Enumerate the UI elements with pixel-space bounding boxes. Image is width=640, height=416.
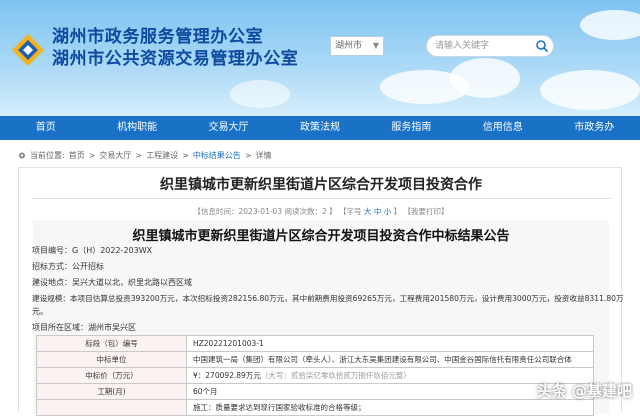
search-placeholder: 请输入关键字 bbox=[435, 41, 490, 51]
nav-item-functions[interactable]: 机构职能 bbox=[91, 116, 182, 140]
table-label-cell bbox=[36, 399, 187, 416]
announcement-title: 织里镇城市更新织里街道片区综合开发项目投资合作中标结果公告 bbox=[132, 229, 510, 244]
main-nav: 首页 机构职能 交易大厅 政策法规 服务指南 信用信息 市政务办 bbox=[0, 116, 640, 140]
meta-font-size-label: 【字号 bbox=[339, 207, 362, 216]
font-small-link[interactable]: 小 bbox=[384, 207, 392, 216]
site-title-secondary: 湖州市公共资源交易管理办公室 bbox=[52, 49, 299, 69]
table-row: 中标单位 中国建筑一局（集团）有限公司（牵头人）、浙江大东吴集团建设有限公司、中… bbox=[36, 351, 594, 368]
search-icon[interactable] bbox=[535, 39, 549, 53]
table-row: 施工：质量要求达到现行国家验收标准的合格等级； bbox=[36, 399, 594, 416]
breadcrumb-trading-hall[interactable]: 交易大厅 bbox=[99, 150, 131, 161]
watermark: 头条 @基建吧 bbox=[537, 380, 632, 401]
breadcrumb-sep: > bbox=[244, 151, 252, 160]
meta-date: 【信息时间：2023-01-03 bbox=[193, 207, 283, 216]
city-select-value: 湖州市 bbox=[335, 41, 363, 51]
table-label-cell: 中标价（万元） bbox=[36, 367, 187, 384]
nav-item-policies[interactable]: 政策法规 bbox=[274, 116, 365, 140]
table-value-cell: ¥：270092.89万元（大写：贰拾柒亿零玖拾贰万捌仟玖佰元整） bbox=[186, 367, 594, 384]
nav-item-home[interactable]: 首页 bbox=[0, 116, 91, 140]
table-value-cell: 60个月 bbox=[186, 383, 594, 400]
cloud-decoration bbox=[580, 10, 640, 40]
site-header: 湖州市政务服务管理办公室 湖州市公共资源交易管理办公室 湖州市 ▼ 请输入关键字 bbox=[0, 0, 640, 116]
table-label-cell: 工期(月) bbox=[36, 383, 187, 400]
chevron-down-icon: ▼ bbox=[372, 41, 379, 50]
info-scale: 建设规模：本项目估算总投资393200万元，本次招标投资282156.80万元，… bbox=[32, 294, 624, 303]
info-region: 项目所在区域：湖州市吴兴区 bbox=[32, 323, 136, 332]
breadcrumb-sep: > bbox=[88, 151, 96, 160]
article-title: 织里镇城市更新织里街道片区综合开发项目投资合作 bbox=[160, 177, 482, 193]
info-method: 招标方式：公开招标 bbox=[32, 262, 104, 271]
font-medium-link[interactable]: 中 bbox=[374, 207, 382, 216]
info-location: 建设地点：吴兴大道以北，织里北路以西区域 bbox=[32, 278, 192, 287]
bid-price-note: （大写：贰拾柒亿零玖拾贰万捌仟玖佰元整） bbox=[260, 371, 411, 380]
table-row: 中标价（万元） ¥：270092.89万元（大写：贰拾柒亿零玖拾贰万捌仟玖佰元整… bbox=[36, 367, 594, 384]
table-label-cell: 标段（包）编号 bbox=[36, 335, 187, 352]
divider bbox=[31, 198, 611, 199]
city-select[interactable]: 湖州市 ▼ bbox=[330, 36, 384, 56]
table-row: 标段（包）编号 HZ20221201003-1 bbox=[36, 335, 594, 352]
table-value-cell: 中国建筑一局（集团）有限公司（牵头人）、浙江大东吴集团建设有限公司、中国金谷国际… bbox=[186, 351, 594, 368]
table-row: 工期(月) 60个月 bbox=[36, 383, 594, 400]
breadcrumb-engineering[interactable]: 工程建设 bbox=[146, 150, 178, 161]
info-scale-cont: 元。 bbox=[32, 307, 48, 316]
breadcrumb-prefix: 当前位置: bbox=[30, 151, 65, 160]
nav-item-gov-office[interactable]: 市政务办 bbox=[549, 116, 640, 140]
info-project-no: 项目编号：G（H）2022-203WX bbox=[32, 246, 153, 255]
table-label-cell: 中标单位 bbox=[36, 351, 187, 368]
cloud-decoration bbox=[540, 70, 640, 110]
table-value-cell: HZ20221201003-1 bbox=[186, 335, 594, 352]
nav-item-service-guide[interactable]: 服务指南 bbox=[366, 116, 457, 140]
meta-views: 阅读次数：2 】 bbox=[284, 207, 337, 216]
breadcrumb: 当前位置: 首页 > 交易大厅 > 工程建设 > 中标结果公告 > 详情 bbox=[18, 150, 272, 161]
cloud-decoration bbox=[450, 58, 520, 98]
meta-font-size-end: 】 bbox=[393, 207, 402, 216]
cloud-decoration bbox=[230, 80, 290, 108]
nav-item-credit-info[interactable]: 信用信息 bbox=[457, 116, 548, 140]
breadcrumb-sep: > bbox=[135, 151, 143, 160]
breadcrumb-home[interactable]: 首页 bbox=[69, 150, 85, 161]
search-input[interactable]: 请输入关键字 bbox=[426, 35, 554, 57]
table-value-cell: 施工：质量要求达到现行国家验收标准的合格等级； bbox=[186, 399, 594, 416]
font-large-link[interactable]: 大 bbox=[364, 207, 372, 216]
breadcrumb-sep: > bbox=[182, 151, 189, 160]
article-meta: 【信息时间：2023-01-03 阅读次数：2 】 【字号 大 中 小 】 【我… bbox=[19, 206, 623, 217]
watermark-text: 头条 @基建吧 bbox=[536, 382, 632, 400]
location-pin-icon bbox=[19, 152, 25, 158]
award-result-table: 标段（包）编号 HZ20221201003-1 中标单位 中国建筑一局（集团）有… bbox=[36, 335, 594, 416]
emblem-logo-icon bbox=[12, 34, 44, 66]
breadcrumb-award-notices[interactable]: 中标结果公告 bbox=[193, 150, 241, 161]
bid-price-value: ¥：270092.89万元 bbox=[193, 371, 261, 380]
print-link[interactable]: 【我要打印】 bbox=[403, 207, 448, 216]
nav-item-trading-hall[interactable]: 交易大厅 bbox=[183, 116, 274, 140]
breadcrumb-detail: 详情 bbox=[255, 151, 272, 160]
